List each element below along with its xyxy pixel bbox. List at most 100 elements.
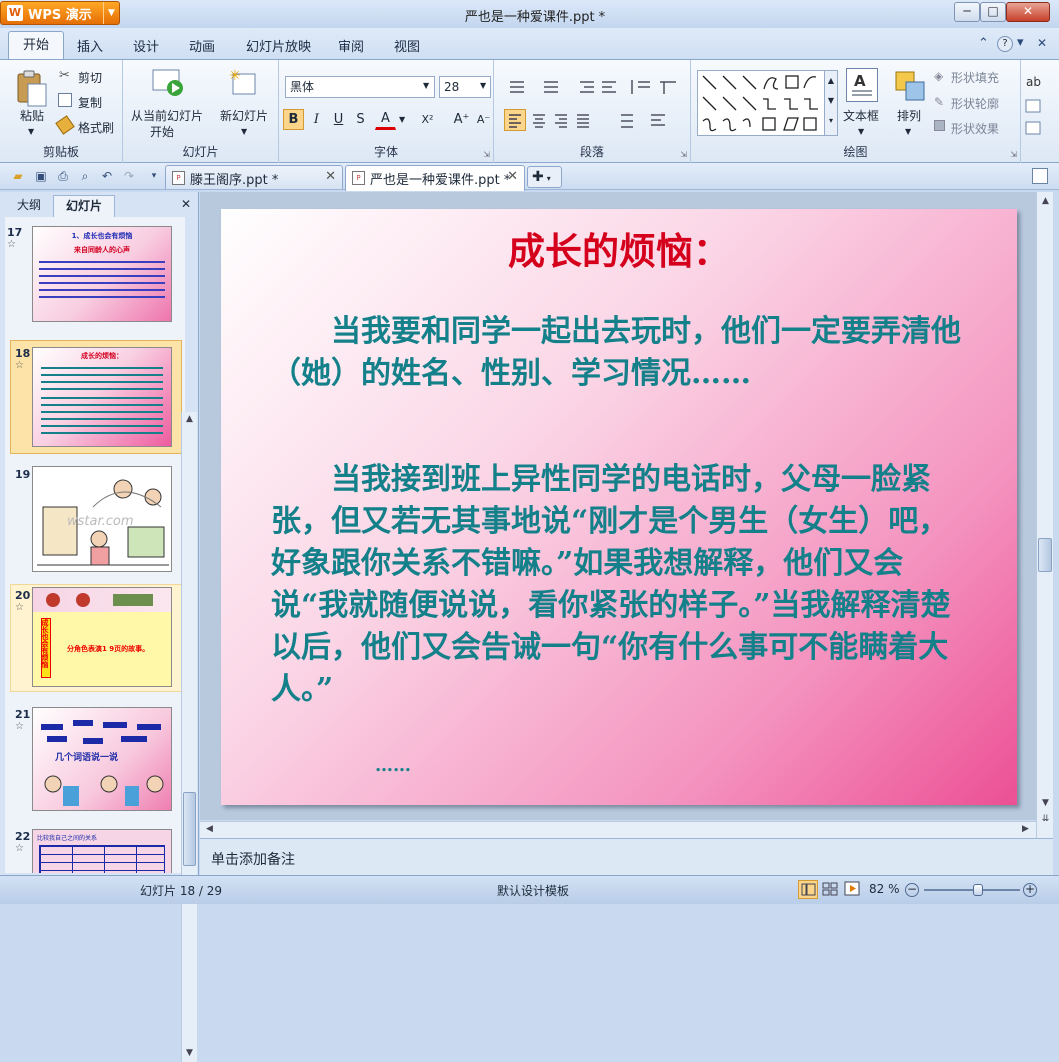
tab-outline[interactable]: 大纲 — [6, 195, 52, 217]
chevron-down-icon[interactable]: ▼ — [103, 2, 119, 24]
chevron-down-icon[interactable]: ▼ — [480, 81, 486, 90]
zoom-slider[interactable] — [924, 884, 1020, 896]
grow-font-button[interactable]: A⁺ — [451, 109, 472, 130]
paste-button[interactable]: 粘贴 — [20, 107, 44, 124]
slide-22-thumbnail[interactable]: 比较我自己之间的关系 — [32, 829, 172, 873]
scroll-thumb[interactable] — [1038, 538, 1052, 572]
align-left-button[interactable] — [504, 109, 526, 131]
scroll-up-arrow[interactable]: ▲ — [1038, 194, 1053, 209]
options-icon[interactable]: ▾ — [1017, 35, 1024, 50]
play-from-current-button[interactable]: 从当前幻灯片 — [131, 107, 203, 124]
tab-slideshow[interactable]: 幻灯片放映 — [246, 36, 311, 55]
minimize-button[interactable]: ─ — [954, 2, 980, 22]
slide-title[interactable]: 成长的烦恼： — [221, 221, 1017, 275]
scroll-right-arrow[interactable]: ▶ — [1018, 822, 1033, 837]
tab-view[interactable]: 视图 — [394, 36, 420, 55]
slide-21-thumbnail[interactable]: 几个词语说一说 — [32, 707, 172, 811]
undo-icon[interactable]: ↶ — [99, 168, 115, 184]
normal-view-icon[interactable] — [798, 880, 818, 899]
notes-pane[interactable]: 单击添加备注 — [200, 838, 1053, 875]
chevron-down-icon[interactable]: ▼ — [423, 81, 429, 90]
scroll-down-arrow[interactable]: ▼ — [1038, 796, 1053, 811]
slide-19-thumbnail[interactable]: wstar.com — [32, 466, 172, 572]
chevron-down-icon[interactable]: ▼ — [28, 127, 34, 136]
close-button[interactable]: ✕ — [1006, 2, 1050, 22]
paste-icon[interactable] — [12, 68, 48, 108]
slide-18-thumbnail[interactable]: 成长的烦恼： — [32, 347, 172, 447]
save-icon[interactable]: ▣ — [33, 168, 49, 184]
slide-paragraph-1[interactable]: 当我要和同学一起出去玩时，他们一定要弄清他（她）的姓名、性别、学习情况…… — [271, 311, 971, 395]
tab-slides[interactable]: 幻灯片 — [53, 195, 115, 217]
play-from-current-icon[interactable] — [151, 68, 185, 98]
wps-app-button[interactable]: W WPS 演示 ▼ — [0, 1, 120, 25]
font-name-input[interactable]: 黑体 — [285, 76, 435, 98]
shrink-font-button[interactable]: A⁻ — [473, 109, 494, 130]
chevron-down-icon[interactable]: ▼ — [858, 127, 864, 136]
scroll-up-arrow[interactable]: ▲ — [182, 412, 197, 427]
close-tab-icon[interactable]: ✕ — [325, 169, 336, 184]
slide-horizontal-scrollbar[interactable]: ◀ ▶ — [200, 821, 1036, 838]
italic-button[interactable]: I — [306, 109, 327, 130]
thumbnail-scrollbar[interactable]: ▲ ▼ — [181, 412, 197, 1062]
redo-icon[interactable]: ↷ — [121, 168, 137, 184]
open-icon[interactable]: ▰ — [10, 168, 26, 184]
arrange-button[interactable]: 排列 — [897, 107, 921, 124]
copy-button[interactable]: 复制 — [78, 94, 102, 111]
next-slide-arrow[interactable]: ⇊ — [1038, 812, 1053, 827]
maximize-button[interactable]: □ — [980, 2, 1006, 22]
chevron-down-icon[interactable]: ▼ — [241, 127, 247, 136]
print-icon[interactable]: ⎙ — [55, 168, 71, 184]
tab-insert[interactable]: 插入 — [77, 36, 103, 55]
zoom-in-button[interactable]: + — [1023, 883, 1037, 897]
shape-fill-button[interactable]: 形状填充 — [951, 69, 999, 86]
dialog-launcher-icon[interactable]: ⇲ — [680, 150, 687, 159]
new-slide-icon[interactable]: ✳ — [229, 68, 259, 98]
list-buttons-icon[interactable] — [504, 76, 684, 98]
chevron-down-icon[interactable]: ▼ — [399, 115, 405, 124]
textbox-button[interactable]: 文本框 — [843, 107, 879, 124]
notes-placeholder[interactable]: 单击添加备注 — [211, 852, 295, 868]
slideshow-icon[interactable] — [843, 880, 861, 899]
font-color-button[interactable]: A — [375, 109, 396, 130]
shape-outline-button[interactable]: 形状轮廓 — [951, 95, 999, 112]
bold-button[interactable]: B — [283, 109, 304, 130]
underline-button[interactable]: U — [328, 109, 349, 130]
customize-icon[interactable]: ▾ — [146, 168, 162, 184]
help-icon[interactable]: ? — [997, 36, 1013, 52]
tab-document-1[interactable]: P 滕王阁序.ppt * ✕ — [165, 165, 343, 189]
start-label[interactable]: 开始 — [150, 123, 174, 140]
alignment-buttons-icon[interactable] — [529, 110, 689, 132]
superscript-button[interactable]: X² — [417, 109, 438, 130]
ribbon-close-icon[interactable]: ✕ — [1037, 36, 1047, 50]
slide-paragraph-2[interactable]: 当我接到班上异性同学的电话时，父母一脸紧张，但又若无其事地说“刚才是个男生（女生… — [271, 459, 973, 711]
shapes-gallery[interactable] — [697, 70, 825, 136]
ribbon-overflow[interactable]: ab — [1024, 68, 1058, 138]
tab-document-2[interactable]: P 严也是一种爱课件.ppt * ✕ — [345, 165, 525, 191]
slide-vertical-scrollbar[interactable]: ▲ ▼ ⇊ — [1036, 192, 1053, 838]
print-preview-icon[interactable]: ⌕ — [77, 168, 93, 184]
tab-start[interactable]: 开始 — [8, 31, 64, 61]
tab-review[interactable]: 审阅 — [338, 36, 364, 55]
scroll-left-arrow[interactable]: ◀ — [202, 822, 217, 837]
tab-animation[interactable]: 动画 — [189, 36, 215, 55]
slide-sorter-icon[interactable] — [821, 880, 839, 899]
slide-20-thumbnail[interactable]: 成长也会有烦恼 分角色表演1 9页的故事。 — [32, 587, 172, 687]
cut-button[interactable]: 剪切 — [78, 69, 102, 86]
scroll-thumb[interactable] — [183, 792, 196, 866]
dialog-launcher-icon[interactable]: ⇲ — [483, 150, 490, 159]
new-tab-button[interactable]: ✚ ▾ — [527, 166, 562, 188]
zoom-out-button[interactable]: − — [905, 883, 919, 897]
format-painter-button[interactable]: 格式刷 — [78, 119, 114, 136]
scroll-down-arrow[interactable]: ▼ — [182, 1046, 197, 1061]
gallery-scroll[interactable]: ▲ ▼ ▾ — [824, 70, 838, 136]
close-panel-icon[interactable]: ✕ — [181, 197, 191, 211]
close-tab-icon[interactable]: ✕ — [507, 169, 518, 184]
current-slide[interactable]: 成长的烦恼： 当我要和同学一起出去玩时，他们一定要弄清他（她）的姓名、性别、学习… — [221, 209, 1017, 805]
dialog-launcher-icon[interactable]: ⇲ — [1010, 150, 1017, 159]
chevron-down-icon[interactable]: ▼ — [905, 127, 911, 136]
shadow-button[interactable]: S — [350, 109, 371, 130]
slide-17-thumbnail[interactable]: 1、成长也会有烦恼 来自同龄人的心声 — [32, 226, 172, 322]
new-slide-button[interactable]: 新幻灯片 — [220, 107, 268, 124]
tab-design[interactable]: 设计 — [133, 36, 159, 55]
shape-effect-button[interactable]: 形状效果 — [951, 120, 999, 137]
